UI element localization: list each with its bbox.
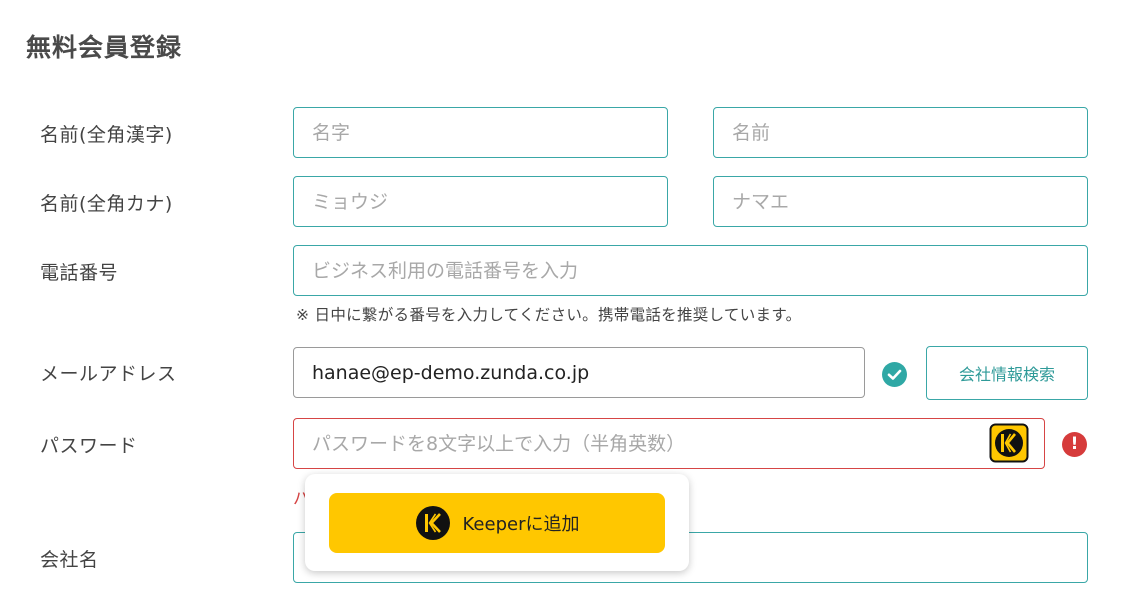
name-kana-label: 名前(全角カナ) [40, 193, 173, 215]
phone-hint: ※ 日中に繋がる番号を入力してください。携帯電話を推奨しています。 [296, 306, 802, 324]
last-name-kana-input[interactable] [293, 176, 668, 227]
last-name-kanji-input[interactable] [293, 107, 668, 158]
company-search-button[interactable]: 会社情報検索 [926, 346, 1088, 400]
error-icon: ! [1062, 432, 1087, 457]
first-name-kana-input[interactable] [713, 176, 1088, 227]
page-title: 無料会員登録 [26, 33, 183, 62]
email-input[interactable] [293, 347, 865, 398]
password-input[interactable] [293, 418, 1045, 469]
keeper-popup: Keeperに追加 [305, 474, 689, 571]
phone-label: 電話番号 [40, 262, 119, 284]
keeper-add-button[interactable]: Keeperに追加 [329, 493, 665, 553]
password-label: パスワード [40, 435, 138, 457]
keeper-add-label: Keeperに追加 [462, 514, 580, 535]
keeper-logo-icon[interactable] [989, 423, 1029, 463]
email-label: メールアドレス [40, 363, 177, 385]
phone-input[interactable] [293, 245, 1088, 296]
name-kanji-label: 名前(全角漢字) [40, 124, 173, 146]
company-label: 会社名 [40, 549, 99, 571]
first-name-kanji-input[interactable] [713, 107, 1088, 158]
keeper-logo-icon [415, 506, 450, 540]
check-circle-icon [882, 362, 907, 387]
